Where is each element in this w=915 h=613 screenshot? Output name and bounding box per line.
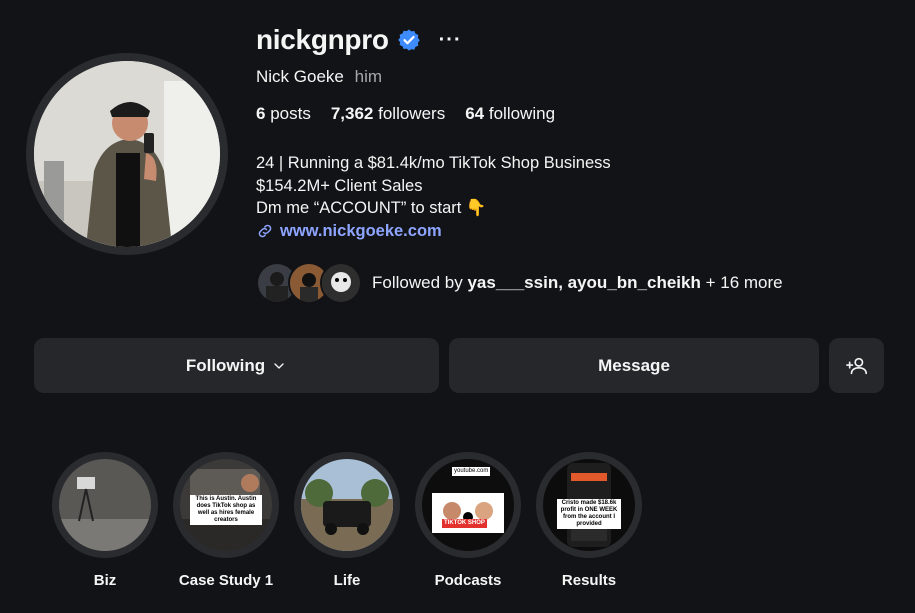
highlight-label: Biz (93, 572, 117, 589)
highlight-caption: TIKTOK SHOP (442, 519, 487, 528)
following-label: following (488, 104, 556, 123)
bio-line: Dm me “ACCOUNT” to start 👇 (256, 199, 487, 217)
highlight-label: Case Study 1 (178, 572, 274, 589)
highlight-biz[interactable]: Biz (52, 452, 158, 589)
suggested-accounts-button[interactable] (829, 338, 884, 393)
followed-by-users: yas___ssin, ayou_bn_cheikh (467, 273, 701, 292)
pronouns: him (354, 67, 383, 86)
highlight-ring: youtube.com TIKTOK SHOP (415, 452, 521, 558)
message-button[interactable]: Message (449, 338, 819, 393)
mutual-avatars (256, 262, 362, 304)
posts-stat: 6 posts (256, 104, 311, 124)
username: nickgnpro (256, 24, 389, 55)
following-button[interactable]: Following (34, 338, 439, 393)
add-user-icon (845, 357, 867, 374)
highlight-life[interactable]: Life (294, 452, 400, 589)
verified-badge-icon (397, 28, 421, 52)
followed-by-prefix: Followed by (372, 273, 463, 292)
highlight-label: Podcasts (434, 572, 502, 589)
bio-line: 24 | Running a $81.4k/mo TikTok Shop Bus… (256, 154, 611, 172)
highlight-cover: This is Austin. Austin does TikTok shop … (180, 459, 272, 551)
bio-line: $154.2M+ Client Sales (256, 176, 423, 195)
highlight-ring: Cristo made $18.6k profit in ONE WEEK fr… (536, 452, 642, 558)
name-row: Nick Goeke him (256, 67, 382, 87)
highlight-podcasts[interactable]: youtube.com TIKTOK SHOP Podcasts (415, 452, 521, 589)
highlight-results[interactable]: Cristo made $18.6k profit in ONE WEEK fr… (536, 452, 642, 589)
story-highlights: Biz This is Austin. Austin does TikTok s… (52, 452, 642, 589)
followed-by-suffix: + 16 more (705, 273, 783, 292)
profile-avatar[interactable] (26, 53, 228, 255)
posts-count: 6 (256, 104, 266, 123)
followed-by[interactable]: Followed by yas___ssin, ayou_bn_cheikh +… (256, 262, 783, 304)
highlight-label: Results (561, 572, 617, 589)
bio: 24 | Running a $81.4k/mo TikTok Shop Bus… (256, 152, 611, 242)
followers-label: followers (378, 104, 446, 123)
highlight-cover (59, 459, 151, 551)
username-row: nickgnpro ··· (256, 24, 462, 56)
avatar-illustration (34, 61, 220, 247)
chevron-down-icon (274, 362, 284, 369)
highlight-case-study-1[interactable]: This is Austin. Austin does TikTok shop … (173, 452, 279, 589)
highlight-caption: Cristo made $18.6k profit in ONE WEEK fr… (557, 499, 621, 529)
highlight-ring (52, 452, 158, 558)
more-options-icon[interactable]: ··· (439, 30, 462, 50)
highlight-ring: This is Austin. Austin does TikTok shop … (173, 452, 279, 558)
following-count: 64 (465, 104, 485, 123)
highlight-ring (294, 452, 400, 558)
followers-stat[interactable]: 7,362 followers (331, 104, 445, 124)
website-text: www.nickgoeke.com (280, 221, 442, 240)
highlight-cover (301, 459, 393, 551)
mutual-avatar (320, 262, 362, 304)
website-link[interactable]: www.nickgoeke.com (256, 220, 611, 243)
profile-photo (34, 61, 220, 247)
highlight-caption: This is Austin. Austin does TikTok shop … (190, 495, 262, 525)
message-button-label: Message (598, 355, 670, 375)
highlight-label: Life (333, 572, 361, 589)
posts-label: posts (270, 104, 311, 123)
full-name: Nick Goeke (256, 67, 344, 86)
following-stat[interactable]: 64 following (465, 104, 555, 124)
followers-count: 7,362 (330, 104, 374, 123)
following-button-label: Following (185, 355, 266, 375)
highlight-cover: youtube.com TIKTOK SHOP (422, 459, 514, 551)
profile-stats: 6 posts 7,362 followers 64 following (256, 104, 555, 124)
link-icon (258, 224, 272, 238)
highlight-site: youtube.com (452, 467, 491, 476)
highlight-cover: Cristo made $18.6k profit in ONE WEEK fr… (543, 459, 635, 551)
